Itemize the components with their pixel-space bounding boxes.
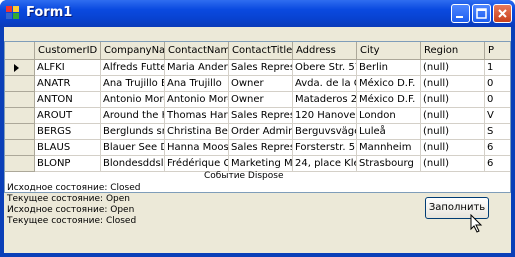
column-header-address[interactable]: Address	[293, 42, 357, 60]
window-title: Form1	[26, 5, 73, 20]
grid-cell[interactable]: Marketing Ma	[229, 156, 293, 172]
client-area: CustomerID CompanyNa ContactName Contact…	[4, 27, 511, 253]
row-header[interactable]	[5, 76, 35, 92]
grid-cell[interactable]: 6	[485, 140, 510, 156]
row-header[interactable]	[5, 92, 35, 108]
grid-cell[interactable]: Mannheim	[357, 140, 421, 156]
grid-cell[interactable]: 120 Hanover	[293, 108, 357, 124]
row-header[interactable]	[5, 108, 35, 124]
app-icon	[6, 6, 20, 20]
close-button[interactable]	[493, 4, 512, 23]
grid-cell[interactable]: Berguvsvägen	[293, 124, 357, 140]
grid-cell[interactable]: BLAUS	[35, 140, 101, 156]
grid-cell[interactable]: BLONP	[35, 156, 101, 172]
log-line: Исходное состояние: Closed	[7, 183, 141, 193]
grid-cell[interactable]: (null)	[421, 140, 485, 156]
grid-cell[interactable]: (null)	[421, 92, 485, 108]
grid-cell[interactable]: (null)	[421, 76, 485, 92]
grid-cell[interactable]: Blondesddsl	[101, 156, 165, 172]
grid-cell[interactable]: Thomas Hard	[165, 108, 229, 124]
grid-cell[interactable]: Order Admini	[229, 124, 293, 140]
grid-cell[interactable]: ALFKI	[35, 60, 101, 76]
grid-cell[interactable]: Blauer See D	[101, 140, 165, 156]
row-header[interactable]	[5, 156, 35, 172]
column-header-customerid[interactable]: CustomerID	[35, 42, 101, 60]
grid-cell[interactable]: Antonio More	[165, 92, 229, 108]
grid-cell[interactable]: Maria Anders	[165, 60, 229, 76]
grid-cell[interactable]: Christina Ber	[165, 124, 229, 140]
current-row-icon	[14, 64, 19, 72]
grid-cell[interactable]: 1	[485, 60, 510, 76]
row-header-corner	[5, 42, 35, 60]
close-icon	[498, 9, 507, 18]
grid-cell[interactable]: Alfreds Futter	[101, 60, 165, 76]
title-bar[interactable]: Form1	[0, 0, 515, 27]
column-header-contacttitle[interactable]: ContactTitle	[229, 42, 293, 60]
grid-cell[interactable]: Frédérique Ci	[165, 156, 229, 172]
log-line: Исходное состояние: Open	[7, 205, 135, 215]
grid-cell[interactable]: Antonio More	[101, 92, 165, 108]
grid-cell[interactable]: BERGS	[35, 124, 101, 140]
grid-cell[interactable]: ANTON	[35, 92, 101, 108]
grid-cell[interactable]: Around the H	[101, 108, 165, 124]
grid-cell[interactable]: Owner	[229, 76, 293, 92]
minimize-icon	[456, 16, 463, 18]
grid-cell[interactable]: Hanna Moos	[165, 140, 229, 156]
column-header-companyname[interactable]: CompanyNa	[101, 42, 165, 60]
grid-cell[interactable]: Berlin	[357, 60, 421, 76]
grid-cell[interactable]: México D.F.	[357, 76, 421, 92]
grid-cell[interactable]: S	[485, 124, 510, 140]
log-line: Текущее состояние: Open	[7, 194, 130, 204]
grid-cell[interactable]: Ana Trujillo	[165, 76, 229, 92]
grid-cell[interactable]: Owner	[229, 92, 293, 108]
grid-cell[interactable]: Strasbourg	[357, 156, 421, 172]
grid-header: CustomerID CompanyNa ContactName Contact…	[5, 42, 510, 60]
grid-cell[interactable]: Berglunds sn	[101, 124, 165, 140]
maximize-icon	[476, 8, 487, 19]
form-window: Form1 CustomerID CompanyNa ContactName C…	[0, 0, 515, 257]
grid-cell[interactable]: 6	[485, 156, 510, 172]
grid-cell[interactable]: ANATR	[35, 76, 101, 92]
grid-cell[interactable]: Sales Repres	[229, 140, 293, 156]
grid-cell[interactable]: Mataderos 2	[293, 92, 357, 108]
grid-cell[interactable]: Avda. de la C	[293, 76, 357, 92]
column-header-contactname[interactable]: ContactName	[165, 42, 229, 60]
log-line: Текущее состояние: Closed	[7, 216, 137, 226]
column-header-postalcode[interactable]: P	[485, 42, 510, 60]
row-header[interactable]	[5, 124, 35, 140]
maximize-button[interactable]	[472, 4, 491, 23]
grid-cell[interactable]: 0	[485, 92, 510, 108]
grid-cell[interactable]: 24, place Klé	[293, 156, 357, 172]
row-header[interactable]	[5, 60, 35, 76]
pointer-cursor-icon	[470, 214, 483, 233]
grid-cell[interactable]: (null)	[421, 124, 485, 140]
grid-cell[interactable]: V	[485, 108, 510, 124]
grid-cell[interactable]: Forsterstr. 57	[293, 140, 357, 156]
grid-cell[interactable]: (null)	[421, 108, 485, 124]
grid-cell[interactable]: (null)	[421, 60, 485, 76]
grid-cell[interactable]: AROUT	[35, 108, 101, 124]
grid-cell[interactable]: Obere Str. 57	[293, 60, 357, 76]
event-label: Событие Dispose	[204, 171, 284, 181]
grid-cell[interactable]: 0	[485, 76, 510, 92]
grid-cell[interactable]: (null)	[421, 156, 485, 172]
column-header-city[interactable]: City	[357, 42, 421, 60]
grid-cell[interactable]: London	[357, 108, 421, 124]
grid-cell[interactable]: Ana Trujillo E	[101, 76, 165, 92]
row-header[interactable]	[5, 140, 35, 156]
grid-cell[interactable]: Sales Repres	[229, 60, 293, 76]
grid-cell[interactable]: Luleå	[357, 124, 421, 140]
column-header-region[interactable]: Region	[421, 42, 485, 60]
grid-cell[interactable]: Sales Repres	[229, 108, 293, 124]
minimize-button[interactable]	[451, 4, 470, 23]
grid-cell[interactable]: México D.F.	[357, 92, 421, 108]
